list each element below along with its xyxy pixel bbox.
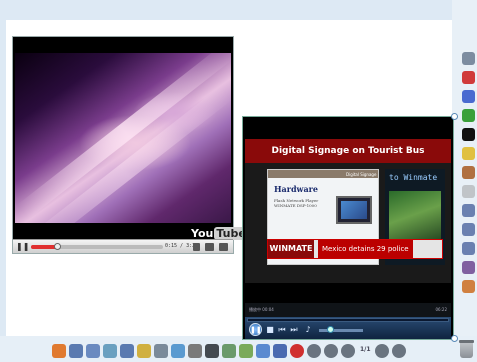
next-page-icon[interactable] <box>324 344 338 358</box>
desktop-frame-top <box>0 0 477 20</box>
youtube-video-frame[interactable] <box>15 53 231 223</box>
red-pen-icon[interactable] <box>462 71 475 84</box>
plants-image <box>389 191 441 245</box>
blue-pen-icon[interactable] <box>462 90 475 103</box>
youtube-progress-track[interactable] <box>31 243 163 250</box>
volume-icon[interactable] <box>193 243 200 251</box>
highlighter-icon[interactable] <box>462 147 475 160</box>
pencil-icon[interactable] <box>462 242 475 255</box>
zoom-out-icon[interactable] <box>375 344 389 358</box>
signage-status-bar: 播放中 00:04 06:22 <box>245 303 451 317</box>
resize-handle-top-right[interactable] <box>451 113 458 120</box>
poster-subline: WINMATE DSP-1000 <box>274 203 317 208</box>
ticker-headline: Mexico detains 29 police <box>318 240 413 258</box>
cube-icon[interactable] <box>171 344 185 358</box>
pause-icon[interactable]: ❚❚ <box>16 242 29 252</box>
signage-control-bar: ❚❚ ■ ⏮ ⏭ ♪ <box>245 317 451 339</box>
video-light-streak <box>17 53 231 220</box>
gallery-icon[interactable] <box>239 344 253 358</box>
volume-knob[interactable] <box>327 326 334 333</box>
camera-icon[interactable] <box>205 344 219 358</box>
cursor-icon[interactable] <box>462 52 475 65</box>
play-pause-icon[interactable]: ❚❚ <box>249 323 262 336</box>
previous-icon[interactable]: ⏮ <box>277 325 287 335</box>
right-panel-text: to Winmate <box>389 173 438 182</box>
page-number-label: 1/1 <box>360 346 371 353</box>
next-icon[interactable]: ⏭ <box>289 325 299 335</box>
poster-heading: Hardware <box>274 184 318 194</box>
poster-caption: Digital Signage <box>346 172 377 177</box>
signage-banner-title: Digital Signage on Tourist Bus <box>245 139 451 163</box>
monitor-image <box>336 196 372 224</box>
pencil-icon[interactable] <box>462 223 475 236</box>
youtube-player[interactable]: You Tube ❚❚ 0:15 / 3:22 <box>12 36 248 254</box>
screen-capture-icon[interactable] <box>154 344 168 358</box>
feather-pen-icon[interactable] <box>462 261 475 274</box>
spotlight-icon[interactable] <box>137 344 151 358</box>
status-left-text: 播放中 00:04 <box>249 307 274 312</box>
speaker-icon[interactable]: ♪ <box>303 325 313 335</box>
signage-seek-bar[interactable] <box>247 318 449 322</box>
add-page-icon[interactable] <box>341 344 355 358</box>
previous-page-icon[interactable] <box>307 344 321 358</box>
youtube-progress-knob[interactable] <box>54 243 62 250</box>
power-icon[interactable] <box>290 344 304 358</box>
pen-icon[interactable] <box>86 344 100 358</box>
stop-icon[interactable]: ■ <box>265 325 275 335</box>
palette-icon[interactable] <box>52 344 66 358</box>
arrow-icon[interactable] <box>69 344 83 358</box>
news-ticker: WINMATE Mexico detains 29 police <box>267 239 443 259</box>
brush-icon[interactable] <box>462 166 475 179</box>
printer-icon[interactable] <box>188 344 202 358</box>
pencil-icon[interactable] <box>462 204 475 217</box>
save-icon[interactable] <box>273 344 287 358</box>
shapes-icon[interactable] <box>103 344 117 358</box>
paint-icon[interactable] <box>462 280 475 293</box>
youtube-control-bar: ❚❚ 0:15 / 3:22 <box>13 239 233 253</box>
resize-handle-bottom-right[interactable] <box>451 335 458 342</box>
signage-video-scene[interactable]: Digital Signage Hardware Flash Network P… <box>245 163 451 283</box>
trash-icon[interactable] <box>459 340 474 358</box>
signage-player-window[interactable]: Digital Signage on Tourist Bus Digital S… <box>242 116 454 340</box>
side-tool-palette <box>460 52 477 322</box>
window-icon[interactable] <box>256 344 270 358</box>
zoom-icon[interactable] <box>120 344 134 358</box>
green-pen-icon[interactable] <box>462 109 475 122</box>
status-right-text: 06:22 <box>435 307 447 312</box>
desktop-frame-left <box>0 0 6 362</box>
tools-icon[interactable] <box>222 344 236 358</box>
zoom-in-icon[interactable] <box>392 344 406 358</box>
ticker-brand: WINMATE <box>268 240 314 258</box>
volume-slider[interactable] <box>319 326 363 333</box>
expand-icon[interactable] <box>205 243 214 251</box>
eraser-icon[interactable] <box>462 185 475 198</box>
signage-lower-area <box>245 283 451 303</box>
black-pen-icon[interactable] <box>462 128 475 141</box>
bottom-toolbar: 1/1 <box>52 342 444 360</box>
fullscreen-icon[interactable] <box>219 243 228 251</box>
